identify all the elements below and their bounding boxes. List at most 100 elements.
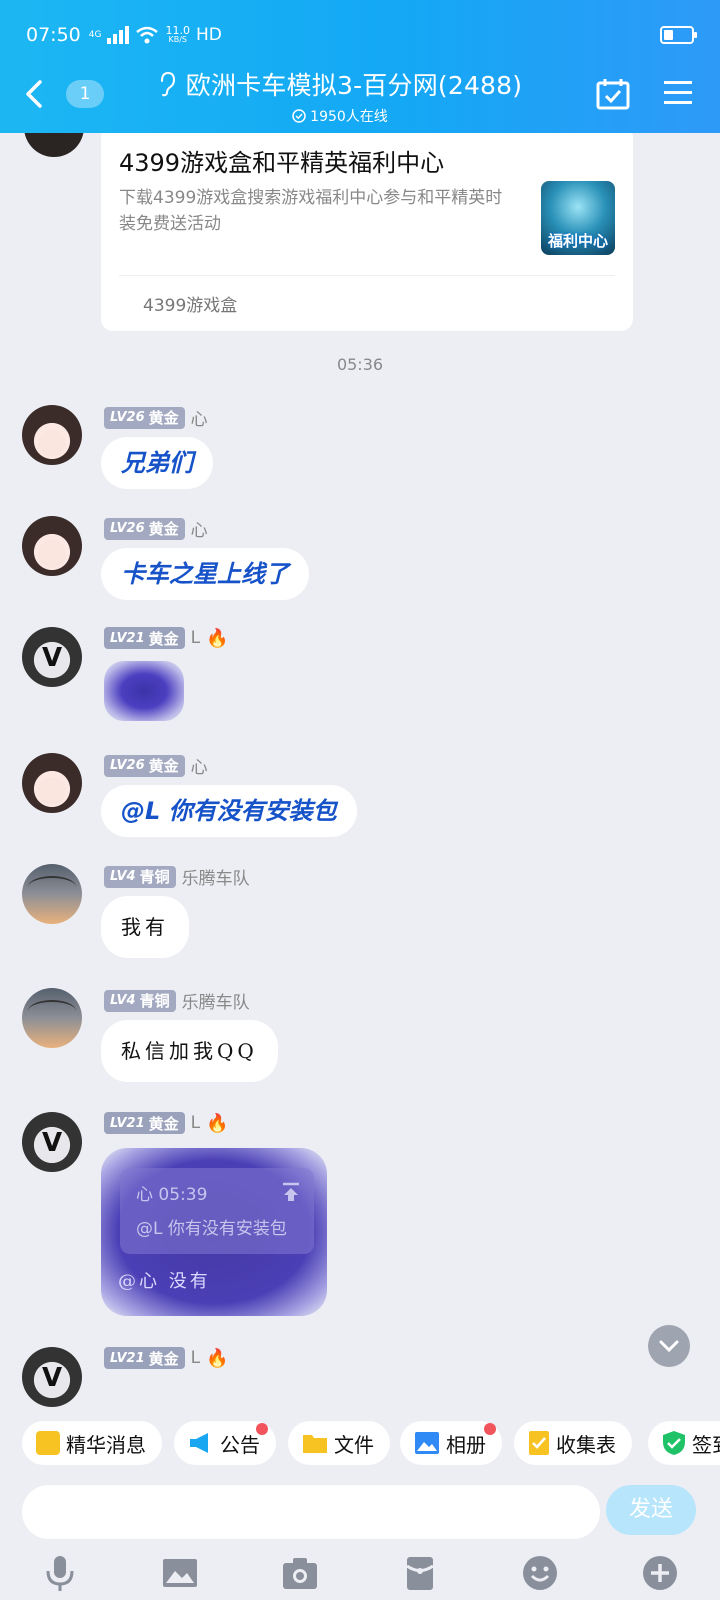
input-row: 发送 <box>0 1477 720 1547</box>
avatar[interactable] <box>22 864 82 924</box>
level-badge: LV26 黄金 <box>104 406 185 429</box>
level-number: LV21 <box>110 630 145 646</box>
send-button[interactable]: 发送 <box>606 1485 696 1535</box>
sender-name[interactable]: 心 <box>191 753 208 778</box>
avatar[interactable] <box>22 1347 82 1407</box>
net-speed-unit: KB/S <box>168 35 187 44</box>
level-number: LV4 <box>110 993 136 1008</box>
card-thumbnail: 福利中心 <box>541 181 615 255</box>
calendar-check-icon[interactable] <box>596 78 630 110</box>
level-badge: LV21 黄金 <box>104 1347 185 1369</box>
avatar[interactable] <box>22 627 82 687</box>
plus-icon[interactable] <box>640 1553 680 1593</box>
emoji-icon[interactable] <box>520 1553 560 1593</box>
sender-name[interactable]: L <box>191 1113 200 1133</box>
level-badge: LV21 黄金 <box>104 1112 185 1134</box>
message-bubble[interactable]: @L 你有没有安装包 <box>101 785 357 837</box>
online-text: 1950人在线 <box>310 109 388 125</box>
avatar[interactable] <box>24 133 84 157</box>
tag-label: 相册 <box>446 1432 486 1457</box>
avatar[interactable] <box>22 1112 82 1172</box>
level-badge: LV4 青铜 <box>104 865 176 888</box>
tag-announcement[interactable]: 公告 <box>174 1421 276 1465</box>
message-bubble[interactable]: 我有 <box>101 896 189 958</box>
level-number: LV26 <box>110 521 145 536</box>
check-circle-icon <box>292 109 306 123</box>
sender-name[interactable]: 心 <box>191 516 208 541</box>
microphone-icon[interactable] <box>40 1553 80 1593</box>
reply-text: @心 没有 <box>118 1271 211 1292</box>
tag-album[interactable]: 相册 <box>400 1421 502 1465</box>
tag-label: 文件 <box>334 1432 374 1457</box>
battery-icon <box>660 26 697 44</box>
avatar[interactable] <box>22 405 82 465</box>
sender-name[interactable]: 心 <box>191 405 208 430</box>
camera-icon[interactable] <box>280 1553 320 1593</box>
sender-meta: LV26 黄金 心 <box>104 753 208 778</box>
sender-meta: LV21 黄金 L 🔥 <box>104 1112 229 1134</box>
ear-icon <box>160 71 175 97</box>
share-card[interactable]: 4399游戏盒和平精英福利中心 下载4399游戏盒搜索游戏福利中心参与和平精英时… <box>101 133 633 331</box>
tag-label: 精华消息 <box>66 1432 146 1457</box>
network-type: 4G <box>88 30 102 40</box>
fire-icon: 🔥 <box>206 1112 229 1134</box>
tag-label: 公告 <box>220 1432 260 1457</box>
image-icon[interactable] <box>160 1553 200 1593</box>
level-rank: 黄金 <box>148 520 179 538</box>
quick-tag-bar: 精华消息 公告 文件 相册 收集表 签到 <box>0 1411 720 1477</box>
bottom-toolbar <box>0 1547 720 1600</box>
signal-icon <box>107 26 130 44</box>
net-speed: 11.0 KB/S <box>165 25 190 44</box>
timestamp: 05:36 <box>336 355 384 374</box>
card-divider <box>119 275 615 276</box>
fire-icon: 🔥 <box>206 1347 229 1369</box>
sender-meta: LV4 青铜 乐腾车队 <box>104 864 250 889</box>
shield-check-icon <box>663 1431 685 1455</box>
status-bar: 07:50 4G 11.0 KB/S HD <box>26 22 697 48</box>
sender-name[interactable]: 乐腾车队 <box>182 988 250 1013</box>
red-dot-badge <box>484 1423 496 1435</box>
message-bubble[interactable]: 兄弟们 <box>101 437 213 489</box>
level-number: LV4 <box>110 869 136 884</box>
avatar[interactable] <box>22 988 82 1048</box>
tag-essence[interactable]: 精华消息 <box>22 1421 162 1465</box>
tag-checkin[interactable]: 签到 <box>648 1421 720 1465</box>
folder-icon <box>303 1435 327 1453</box>
sender-meta: LV26 黄金 心 <box>104 405 208 430</box>
chevron-down-icon <box>659 1340 679 1353</box>
tag-label: 签到 <box>692 1432 720 1457</box>
message-bubble[interactable] <box>104 661 184 721</box>
fire-icon: 🔥 <box>206 627 229 649</box>
wifi-icon <box>136 26 159 44</box>
menu-icon[interactable] <box>664 80 692 106</box>
scroll-to-bottom-button[interactable] <box>648 1325 690 1367</box>
level-rank: 青铜 <box>139 992 170 1010</box>
back-arrow-icon[interactable] <box>22 78 46 110</box>
message-bubble[interactable]: 卡车之星上线了 <box>101 548 309 600</box>
sender-meta: LV21 黄金 L 🔥 <box>104 1347 229 1369</box>
sender-name[interactable]: L <box>191 628 200 648</box>
avatar[interactable] <box>22 753 82 813</box>
red-packet-icon[interactable] <box>400 1553 440 1593</box>
avatar[interactable] <box>22 516 82 576</box>
chat-area[interactable]: 4399游戏盒和平精英福利中心 下载4399游戏盒搜索游戏福利中心参与和平精英时… <box>0 133 720 1411</box>
sender-meta: LV21 黄金 L 🔥 <box>104 627 229 649</box>
group-title[interactable]: 欧洲卡车模拟3-百分网(2488) <box>186 66 522 102</box>
tag-files[interactable]: 文件 <box>288 1421 390 1465</box>
sender-name[interactable]: L <box>191 1348 200 1368</box>
sender-meta: LV26 黄金 心 <box>104 516 208 541</box>
quote-header: 心 05:39 <box>136 1185 208 1205</box>
tag-form[interactable]: 收集表 <box>514 1421 632 1465</box>
chat-header: 07:50 4G 11.0 KB/S HD 1 欧洲卡车模拟3-百分网(2488)… <box>0 0 720 133</box>
quote-text: @L 你有没有安装包 <box>136 1219 287 1239</box>
level-rank: 黄金 <box>148 409 179 427</box>
level-badge: LV26 黄金 <box>104 517 185 540</box>
sender-name[interactable]: 乐腾车队 <box>182 864 250 889</box>
signal-group: 4G 11.0 KB/S HD <box>89 25 222 45</box>
level-badge: LV21 黄金 <box>104 627 185 649</box>
card-source: 4399游戏盒 <box>143 296 238 316</box>
unread-count-badge[interactable]: 1 <box>66 80 104 108</box>
quoted-message[interactable]: 心 05:39 @L 你有没有安装包 <box>120 1168 314 1254</box>
message-bubble[interactable]: 私信加我QQ <box>101 1020 278 1082</box>
message-input[interactable] <box>22 1485 600 1539</box>
